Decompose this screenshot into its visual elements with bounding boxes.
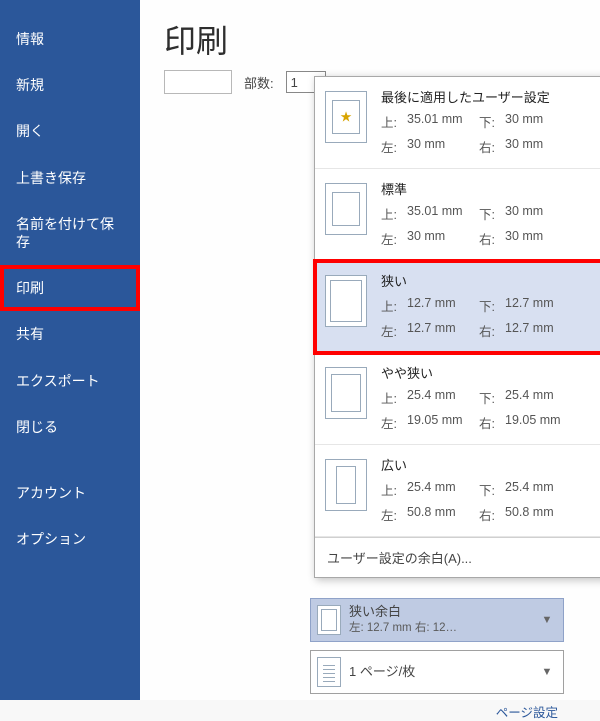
val-left: 50.8 mm [407,505,479,524]
val-top: 35.01 mm [407,204,479,223]
option-margins: 上:12.7 mm下:12.7 mm 左:12.7 mm右:12.7 mm [381,296,600,340]
val-left: 19.05 mm [407,413,479,432]
print-button-placeholder[interactable] [164,70,232,94]
val-left: 12.7 mm [407,321,479,340]
val-bottom: 30 mm [505,112,565,131]
lbl-left: 左: [381,137,407,156]
val-right: 12.7 mm [505,321,565,340]
lbl-right: 右: [479,321,505,340]
option-text: 最後に適用したユーザー設定 上:35.01 mm下:30 mm 左:30 mm右… [381,87,600,156]
lbl-right: 右: [479,413,505,432]
margin-option-normal[interactable]: 標準 上:35.01 mm下:30 mm 左:30 mm右:30 mm [315,169,600,261]
val-top: 35.01 mm [407,112,479,131]
margin-option-moderate[interactable]: やや狭い 上:25.4 mm下:25.4 mm 左:19.05 mm右:19.0… [315,353,600,445]
sidebar-item-info[interactable]: 情報 [0,16,140,62]
val-top: 25.4 mm [407,388,479,407]
sidebar-item-print[interactable]: 印刷 [0,265,140,311]
sidebar-item-options[interactable]: オプション [0,516,140,562]
field-text: 1 ページ/枚 [349,664,529,681]
option-margins: 上:35.01 mm下:30 mm 左:30 mm右:30 mm [381,112,600,156]
sidebar-item-saveas[interactable]: 名前を付けて保存 [0,201,140,265]
sidebar-item-account[interactable]: アカウント [0,470,140,516]
field-title: 狭い余白 [349,604,529,621]
copies-label: 部数: [244,73,274,92]
option-title: 広い [381,455,600,474]
lbl-left: 左: [381,229,407,248]
val-right: 50.8 mm [505,505,565,524]
val-top: 25.4 mm [407,480,479,499]
lbl-top: 上: [381,296,407,315]
option-margins: 上:25.4 mm下:25.4 mm 左:19.05 mm右:19.05 mm [381,388,600,432]
option-title: 標準 [381,179,600,198]
margin-option-narrow[interactable]: 狭い 上:12.7 mm下:12.7 mm 左:12.7 mm右:12.7 mm [315,261,600,353]
val-right: 30 mm [505,137,565,156]
val-bottom: 25.4 mm [505,480,565,499]
option-title: 最後に適用したユーザー設定 [381,87,600,106]
lbl-right: 右: [479,229,505,248]
margin-option-wide[interactable]: 広い 上:25.4 mm下:25.4 mm 左:50.8 mm右:50.8 mm [315,445,600,537]
page-icon [317,657,341,687]
lbl-top: 上: [381,204,407,223]
option-text: やや狭い 上:25.4 mm下:25.4 mm 左:19.05 mm右:19.0… [381,363,600,432]
custom-margins-link[interactable]: ユーザー設定の余白(A)... [315,537,600,577]
margins-dropdown-popup: 最後に適用したユーザー設定 上:35.01 mm下:30 mm 左:30 mm右… [314,76,600,578]
page-icon [325,91,367,143]
val-right: 30 mm [505,229,565,248]
val-left: 30 mm [407,229,479,248]
field-text: 狭い余白 左: 12.7 mm 右: 12… [349,604,529,636]
lbl-bottom: 下: [479,204,505,223]
chevron-down-icon[interactable]: ▼ [537,614,557,626]
app-root: 情報 新規 開く 上書き保存 名前を付けて保存 印刷 共有 エクスポート 閉じる… [0,0,600,700]
val-bottom: 30 mm [505,204,565,223]
sidebar-item-close[interactable]: 閉じる [0,404,140,450]
field-title: 1 ページ/枚 [349,664,529,681]
val-right: 19.05 mm [505,413,565,432]
page-icon [325,183,367,235]
option-text: 標準 上:35.01 mm下:30 mm 左:30 mm右:30 mm [381,179,600,248]
val-left: 30 mm [407,137,479,156]
val-bottom: 25.4 mm [505,388,565,407]
lbl-left: 左: [381,505,407,524]
option-margins: 上:25.4 mm下:25.4 mm 左:50.8 mm右:50.8 mm [381,480,600,524]
lbl-bottom: 下: [479,388,505,407]
option-text: 広い 上:25.4 mm下:25.4 mm 左:50.8 mm右:50.8 mm [381,455,600,524]
option-title: やや狭い [381,363,600,382]
chevron-down-icon[interactable]: ▼ [537,666,557,678]
main-panel: 印刷 部数: 1 最後に適用したユーザー設定 上:35.01 mm下:30 mm… [140,0,600,700]
sidebar-item-open[interactable]: 開く [0,108,140,154]
lbl-right: 右: [479,505,505,524]
pages-per-sheet-field[interactable]: 1 ページ/枚 ▼ [310,650,564,694]
val-top: 12.7 mm [407,296,479,315]
lbl-left: 左: [381,413,407,432]
option-margins: 上:35.01 mm下:30 mm 左:30 mm右:30 mm [381,204,600,248]
lbl-bottom: 下: [479,296,505,315]
page-icon [325,459,367,511]
field-subtitle: 左: 12.7 mm 右: 12… [349,621,529,636]
page-setup-link[interactable]: ページ設定 [310,702,564,721]
lbl-right: 右: [479,137,505,156]
lbl-bottom: 下: [479,112,505,131]
page-icon [317,605,341,635]
backstage-sidebar: 情報 新規 開く 上書き保存 名前を付けて保存 印刷 共有 エクスポート 閉じる… [0,0,140,700]
sidebar-item-share[interactable]: 共有 [0,311,140,357]
lbl-left: 左: [381,321,407,340]
lbl-top: 上: [381,480,407,499]
sidebar-item-export[interactable]: エクスポート [0,358,140,404]
page-icon [325,275,367,327]
lbl-top: 上: [381,388,407,407]
page-icon [325,367,367,419]
option-title: 狭い [381,271,600,290]
option-text: 狭い 上:12.7 mm下:12.7 mm 左:12.7 mm右:12.7 mm [381,271,600,340]
margin-option-last-custom[interactable]: 最後に適用したユーザー設定 上:35.01 mm下:30 mm 左:30 mm右… [315,77,600,169]
page-title: 印刷 [140,0,600,70]
sidebar-item-save[interactable]: 上書き保存 [0,155,140,201]
settings-fields: 狭い余白 左: 12.7 mm 右: 12… ▼ 1 ページ/枚 ▼ ページ設定 [310,598,564,721]
margins-field[interactable]: 狭い余白 左: 12.7 mm 右: 12… ▼ [310,598,564,642]
lbl-top: 上: [381,112,407,131]
sidebar-item-new[interactable]: 新規 [0,62,140,108]
lbl-bottom: 下: [479,480,505,499]
val-bottom: 12.7 mm [505,296,565,315]
